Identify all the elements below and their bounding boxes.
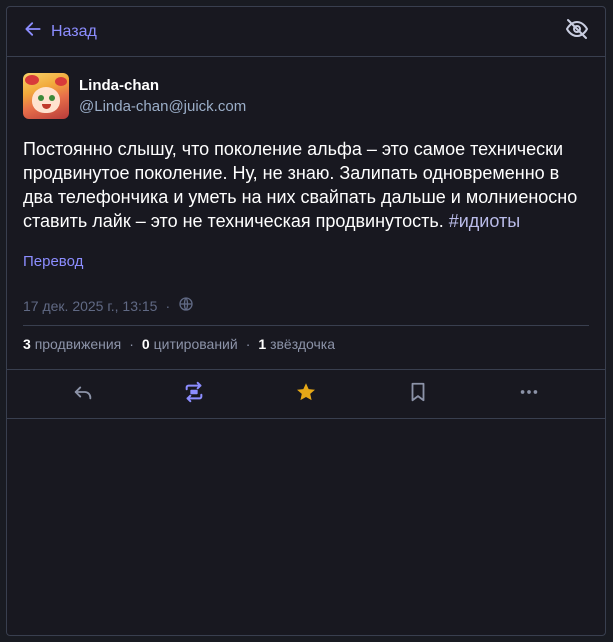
account-handle[interactable]: @Linda-chan@juick.com — [79, 98, 246, 115]
hashtag-link[interactable]: #идиоты — [449, 211, 520, 231]
globe-icon — [178, 296, 194, 315]
column-header: Назад — [7, 7, 605, 57]
quotes-count-link[interactable]: 0 цитирований — [142, 336, 238, 352]
boost-button[interactable] — [174, 374, 214, 414]
back-label: Назад — [51, 22, 97, 40]
status-column: Назад Linda-chan @Linda-chan@juick.com П… — [6, 6, 606, 636]
more-button[interactable] — [509, 374, 549, 414]
bookmark-icon — [407, 381, 429, 408]
bookmark-button[interactable] — [398, 374, 438, 414]
toggle-visibility-button[interactable] — [565, 17, 589, 46]
favourite-button[interactable] — [286, 374, 326, 414]
timestamp[interactable]: 17 дек. 2025 г., 13:15 — [23, 298, 157, 314]
boosts-count-link[interactable]: 3 продвижения — [23, 336, 121, 352]
author-names: Linda-chan @Linda-chan@juick.com — [79, 77, 246, 115]
action-bar — [7, 369, 605, 419]
back-button[interactable]: Назад — [23, 19, 97, 44]
favourites-count-link[interactable]: 1 звёздочка — [258, 336, 335, 352]
status-content: Постоянно слышу, что поколение альфа – э… — [23, 137, 589, 233]
meta-separator: · — [165, 297, 171, 314]
translate-button[interactable]: Перевод — [23, 253, 589, 270]
status-meta: 17 дек. 2025 г., 13:15 · — [23, 296, 589, 325]
more-icon — [518, 381, 540, 408]
avatar[interactable] — [23, 73, 69, 119]
status-counts: 3 продвижения · 0 цитирований · 1 звёздо… — [23, 325, 589, 363]
star-icon — [295, 381, 317, 408]
boost-icon — [183, 381, 205, 408]
display-name[interactable]: Linda-chan — [79, 77, 246, 94]
reply-button[interactable] — [63, 374, 103, 414]
arrow-left-icon — [23, 19, 43, 44]
status-detail: Linda-chan @Linda-chan@juick.com Постоян… — [7, 57, 605, 363]
counts-separator: · — [129, 336, 134, 352]
reply-icon — [72, 381, 94, 408]
eye-off-icon — [565, 19, 589, 45]
counts-separator: · — [245, 336, 251, 352]
status-author[interactable]: Linda-chan @Linda-chan@juick.com — [23, 73, 589, 119]
